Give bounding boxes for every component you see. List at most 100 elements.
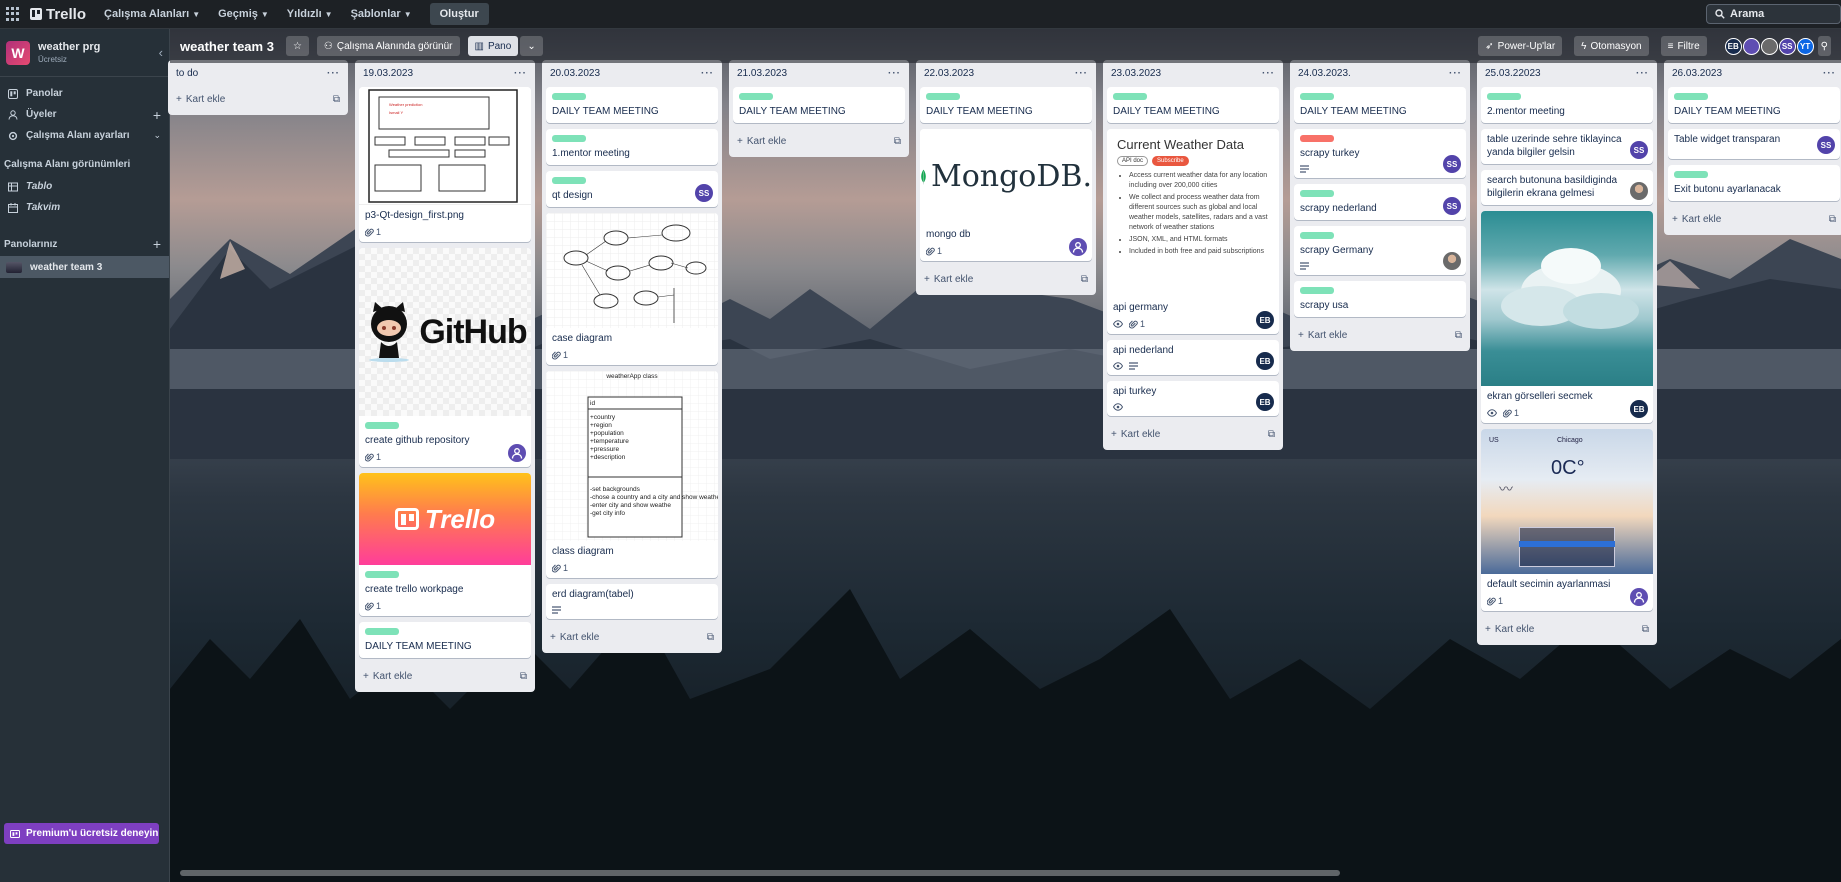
card-member-avatar[interactable]: EB [1256, 311, 1274, 329]
card[interactable]: scrapy usa [1294, 281, 1466, 317]
list-menu-icon[interactable]: ··· [1636, 68, 1649, 79]
card-member-avatar[interactable]: SS [1817, 136, 1835, 154]
card[interactable]: US Chicago 0C° 〰 default secimin ayarlanmasi… [1481, 429, 1653, 611]
card[interactable]: MongoDB. mongo db 1 [920, 129, 1092, 261]
list-menu-icon[interactable]: ··· [1449, 68, 1462, 79]
create-button[interactable]: Oluştur [429, 3, 489, 25]
workspace-name[interactable]: weather prg [38, 41, 100, 53]
card-template-icon[interactable]: ⧉ [333, 94, 340, 105]
card[interactable]: table uzerinde sehre tiklayinca yanda bi… [1481, 129, 1653, 164]
card[interactable]: scrapy turkey SS [1294, 129, 1466, 178]
card-label[interactable] [1113, 93, 1147, 100]
list-title[interactable]: to do [176, 68, 198, 79]
collapse-sidebar-icon[interactable]: ‹ [159, 45, 163, 60]
list-menu-icon[interactable]: ··· [327, 68, 340, 79]
card[interactable]: GitHub create github repository 1 [359, 248, 531, 467]
sidebar-board-weather-team-3[interactable]: weather team 3 [0, 256, 169, 278]
filter-button[interactable]: ≡ Filtre [1660, 36, 1707, 56]
card[interactable]: 1.mentor meeting [546, 129, 718, 165]
card-template-icon[interactable]: ⧉ [1081, 274, 1088, 285]
card[interactable]: Current Weather Data API docSubscribe Acce… [1107, 129, 1279, 334]
card-label[interactable] [1674, 171, 1708, 178]
card[interactable]: DAILY TEAM MEETING [1294, 87, 1466, 123]
add-card-button[interactable]: + Kart ekle ⧉ [1668, 207, 1840, 231]
add-member-icon[interactable]: + [153, 107, 161, 123]
member-avatar[interactable] [1742, 37, 1760, 55]
card[interactable]: Exit butonu ayarlanacak [1668, 165, 1840, 201]
card[interactable]: Table widget transparan SS [1668, 129, 1840, 159]
card-label[interactable] [1674, 93, 1708, 100]
card[interactable]: DAILY TEAM MEETING [920, 87, 1092, 123]
chevron-down-icon[interactable]: ⌄ [153, 130, 161, 141]
list-title[interactable]: 21.03.2023 [737, 68, 787, 79]
card[interactable]: api nederland EB [1107, 340, 1279, 375]
card-label[interactable] [552, 93, 586, 100]
card-template-icon[interactable]: ⧉ [520, 671, 527, 682]
card-label[interactable] [1487, 93, 1521, 100]
card-member-avatar[interactable]: SS [695, 184, 713, 202]
card[interactable]: api turkey EB [1107, 381, 1279, 416]
list-menu-icon[interactable]: ··· [1823, 68, 1836, 79]
add-board-icon[interactable]: + [153, 236, 165, 252]
card-member-avatar[interactable] [1443, 252, 1461, 270]
list-menu-icon[interactable]: ··· [888, 68, 901, 79]
card-label[interactable] [1300, 190, 1334, 197]
powerups-button[interactable]: ➶ Power-Up'lar [1478, 36, 1563, 56]
card-label[interactable] [926, 93, 960, 100]
card-member-avatar[interactable]: SS [1630, 141, 1648, 159]
list-menu-icon[interactable]: ··· [701, 68, 714, 79]
star-board-button[interactable]: ☆ [285, 36, 309, 56]
horizontal-scrollbar[interactable] [180, 870, 1340, 876]
sidebar-item-calendar[interactable]: Takvim [0, 197, 169, 218]
card-member-avatar[interactable] [1630, 588, 1648, 606]
workspace-avatar[interactable]: W [6, 40, 30, 65]
list-title[interactable]: 24.03.2023. [1298, 68, 1351, 79]
menu-recent[interactable]: Geçmiş ▼ [218, 8, 269, 20]
list-menu-icon[interactable]: ··· [1075, 68, 1088, 79]
add-card-button[interactable]: + Kart ekle ⧉ [1481, 617, 1653, 641]
add-card-button[interactable]: + Kart ekle ⧉ [920, 267, 1092, 291]
app-switcher-icon[interactable] [6, 7, 20, 21]
card-label[interactable] [365, 571, 399, 578]
add-card-button[interactable]: + Kart ekle ⧉ [172, 87, 344, 111]
add-card-button[interactable]: + Kart ekle ⧉ [546, 625, 718, 649]
card[interactable]: Trello create trello workpage 1 [359, 473, 531, 616]
card-template-icon[interactable]: ⧉ [894, 136, 901, 147]
trello-logo[interactable]: Trello [30, 6, 86, 23]
card[interactable]: Weather prediction Ismail Y p3-Qt-design_f… [359, 87, 531, 242]
card[interactable]: case diagram 1 [546, 213, 718, 365]
premium-trial-button[interactable]: Premium'u ücretsiz deneyin [4, 823, 159, 844]
card-member-avatar[interactable] [1630, 182, 1648, 200]
menu-workspaces[interactable]: Çalışma Alanları ▼ [104, 8, 200, 20]
list-title[interactable]: 26.03.2023 [1672, 68, 1722, 79]
sidebar-item-table[interactable]: Tablo [0, 176, 169, 197]
card-member-avatar[interactable]: EB [1256, 393, 1274, 411]
card[interactable]: erd diagram(tabel) [546, 584, 718, 619]
card-label[interactable] [552, 135, 586, 142]
card[interactable]: DAILY TEAM MEETING [1107, 87, 1279, 123]
card-template-icon[interactable]: ⧉ [1268, 429, 1275, 440]
card-template-icon[interactable]: ⧉ [707, 632, 714, 643]
add-card-button[interactable]: + Kart ekle ⧉ [1294, 323, 1466, 347]
views-dropdown-button[interactable]: ⌄ [520, 36, 543, 56]
sidebar-item-settings[interactable]: Çalışma Alanı ayarları ⌄ [0, 125, 169, 146]
card-label[interactable] [1300, 93, 1334, 100]
card-label[interactable] [365, 628, 399, 635]
add-card-button[interactable]: + Kart ekle ⧉ [1107, 422, 1279, 446]
card-member-avatar[interactable]: SS [1443, 197, 1461, 215]
card-label[interactable] [1300, 135, 1334, 142]
member-avatar[interactable]: YT [1796, 37, 1814, 55]
board-view-button[interactable]: ▥ Pano [467, 36, 519, 56]
card-member-avatar[interactable] [508, 444, 526, 462]
card-label[interactable] [365, 422, 399, 429]
add-card-button[interactable]: + Kart ekle ⧉ [359, 664, 531, 688]
sidebar-item-members[interactable]: Üyeler + [0, 104, 169, 125]
card[interactable]: scrapy nederland SS [1294, 184, 1466, 220]
card-label[interactable] [739, 93, 773, 100]
member-avatar[interactable]: SS [1778, 37, 1796, 55]
member-avatar[interactable]: EB [1724, 37, 1742, 55]
list-title[interactable]: 19.03.2023 [363, 68, 413, 79]
card[interactable]: search butonuna basildiginda bilgilerin … [1481, 170, 1653, 205]
card[interactable]: 2.mentor meeting [1481, 87, 1653, 123]
sidebar-item-boards[interactable]: Panolar [0, 83, 169, 104]
